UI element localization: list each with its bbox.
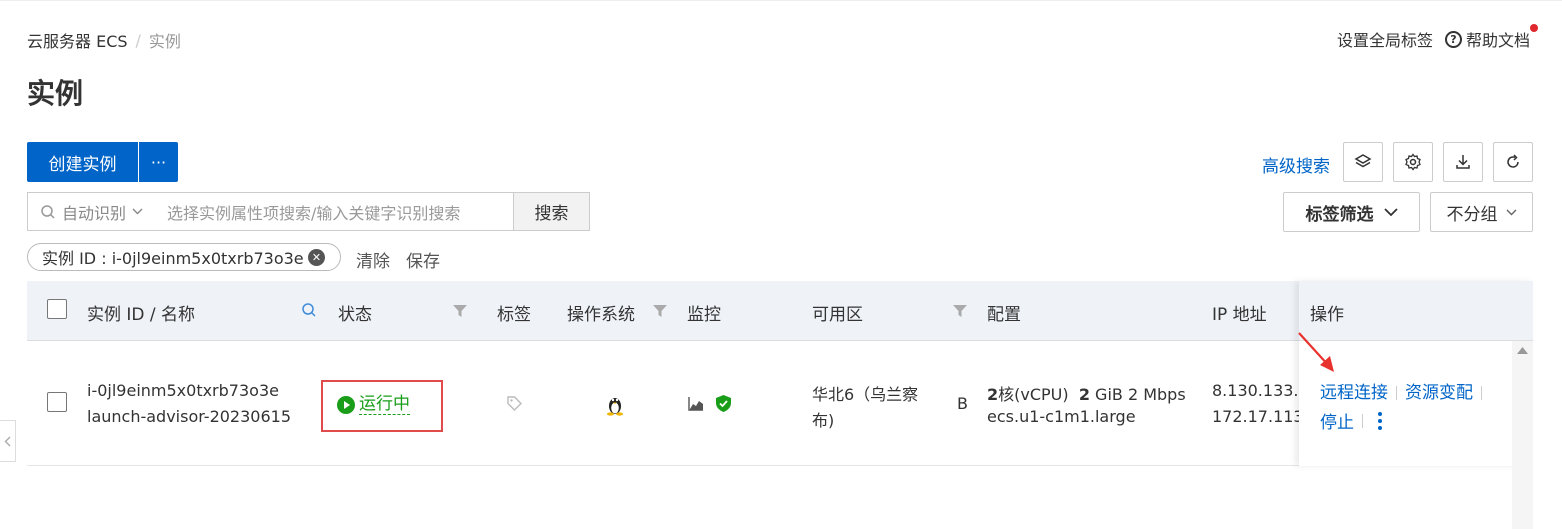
status-badge: 运行中 (337, 394, 410, 415)
chart-icon[interactable] (688, 396, 704, 411)
filter-icon[interactable] (653, 305, 667, 317)
instance-type-link[interactable]: ecs.u1-c1m1.large (987, 407, 1136, 426)
advanced-search-link[interactable]: 高级搜索 (1262, 152, 1330, 177)
column-id-name: 实例 ID / 名称 (87, 305, 196, 325)
config-mem-unit: GiB 2 Mbps (1095, 385, 1186, 404)
breadcrumb-separator: / (135, 30, 141, 50)
column-status: 状态 (338, 305, 372, 325)
top-divider (0, 0, 1562, 1)
search-input[interactable]: 自动识别 选择实例属性项搜索/输入关键字识别搜索 (27, 192, 514, 231)
annotation-arrow-icon (1298, 332, 1334, 372)
config-spec: 2核(vCPU) 2 GiB 2 Mbps (987, 381, 1186, 405)
breadcrumb-current: 实例 (148, 32, 181, 51)
chevron-down-icon (1506, 209, 1516, 215)
search-icon (41, 204, 55, 219)
stop-link[interactable]: 停止 (1320, 408, 1354, 433)
filter-icon[interactable] (953, 305, 967, 317)
status-text: 运行中 (359, 394, 410, 415)
refresh-button[interactable] (1493, 142, 1533, 182)
settings-button[interactable] (1393, 142, 1433, 182)
download-button[interactable] (1443, 142, 1483, 182)
ops-row2: 停止 (1320, 408, 1383, 433)
filter-chip-label: 实例 ID : i-0jl9einm5x0txrb73o3e (42, 249, 304, 268)
header-actions: 设置全局标签 ? 帮助文档 (1337, 27, 1530, 51)
zone-line2: 布) (812, 411, 835, 430)
shield-icon[interactable] (715, 394, 732, 413)
close-icon[interactable]: ✕ (308, 249, 325, 266)
help-label: 帮助文档 (1465, 31, 1530, 50)
group-select[interactable]: 不分组 (1430, 192, 1533, 232)
create-instance-button[interactable]: 创建实例 (27, 142, 138, 182)
zone-suffix: B (957, 394, 968, 413)
tag-filter-label: 标签筛选 (1305, 204, 1374, 225)
ip-public: 8.130.133.1 (1212, 381, 1309, 400)
download-icon (1456, 155, 1470, 169)
chevron-down-icon (132, 208, 143, 215)
select-all-checkbox[interactable] (47, 299, 67, 319)
gear-icon (1405, 153, 1421, 171)
column-tags: 标签 (497, 305, 531, 325)
column-monitor: 监控 (687, 305, 721, 325)
layers-icon (1354, 154, 1372, 168)
column-os: 操作系统 (567, 305, 635, 325)
search-icon[interactable] (301, 302, 317, 318)
help-link[interactable]: ? 帮助文档 (1444, 27, 1530, 51)
column-ops: 操作 (1310, 305, 1344, 325)
ops-row1: 远程连接 资源变配 (1320, 378, 1490, 403)
config-cores-unit: 核(vCPU) (998, 385, 1069, 404)
linux-icon (607, 398, 623, 416)
column-ip: IP 地址 (1212, 305, 1267, 325)
remote-connect-link[interactable]: 远程连接 (1320, 383, 1388, 403)
row-checkbox[interactable] (47, 392, 67, 412)
scrollbar[interactable] (1512, 341, 1533, 529)
column-config: 配置 (987, 305, 1021, 325)
instance-name: launch-advisor-20230615 (87, 407, 292, 426)
more-vertical-icon[interactable] (1377, 411, 1383, 431)
resize-link[interactable]: 资源变配 (1405, 383, 1473, 403)
instance-id-link[interactable]: i-0jl9einm5x0txrb73o3e (87, 381, 279, 400)
ops-divider (1481, 386, 1482, 400)
scroll-up-icon[interactable] (1517, 347, 1528, 354)
breadcrumb: 云服务器 ECS / 实例 (27, 28, 181, 52)
help-icon: ? (1444, 30, 1462, 48)
sidebar-expand-handle[interactable] (0, 420, 16, 462)
search-placeholder: 选择实例属性项搜索/输入关键字识别搜索 (167, 203, 461, 223)
ops-divider (1362, 413, 1363, 428)
more-actions-button[interactable]: ··· (139, 142, 178, 182)
refresh-icon (1507, 154, 1519, 168)
group-select-value: 不分组 (1446, 204, 1498, 225)
breadcrumb-root[interactable]: 云服务器 ECS (27, 28, 128, 52)
search-mode-select[interactable]: 自动识别 (62, 200, 143, 224)
layers-button[interactable] (1343, 142, 1383, 182)
global-tags-link[interactable]: 设置全局标签 (1337, 27, 1433, 51)
notification-dot (1530, 24, 1538, 32)
save-filter-link[interactable]: 保存 (406, 247, 440, 272)
chevron-left-icon (4, 436, 11, 446)
config-mem: 2 (1078, 385, 1090, 404)
ip-private: 172.17.113. (1212, 407, 1309, 426)
zone-line1: 华北6（乌兰察 (812, 385, 919, 404)
config-cores: 2 (987, 385, 999, 404)
search-button[interactable]: 搜索 (513, 192, 590, 231)
column-zone: 可用区 (812, 305, 863, 325)
table-row (27, 341, 1512, 466)
filter-icon[interactable] (453, 305, 467, 317)
ops-divider (1396, 386, 1397, 400)
filter-chip: 实例 ID : i-0jl9einm5x0txrb73o3e ✕ (27, 243, 341, 271)
clear-filter-link[interactable]: 清除 (356, 247, 390, 272)
search-mode-label: 自动识别 (62, 203, 127, 223)
tag-icon[interactable] (506, 395, 523, 412)
tag-filter-button[interactable]: 标签筛选 (1283, 192, 1420, 232)
chevron-down-icon (1383, 208, 1398, 216)
running-icon (337, 395, 355, 414)
page-title: 实例 (27, 77, 84, 110)
